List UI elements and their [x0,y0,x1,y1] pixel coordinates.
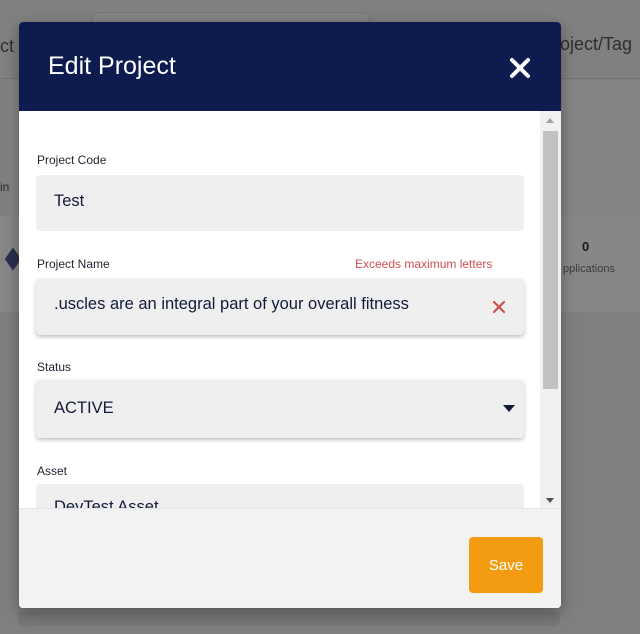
project-code-value: Test [54,192,85,210]
modal-footer: Save [19,508,561,608]
close-icon [510,58,530,78]
edit-project-modal: Edit Project Project Code Test Project N… [19,22,561,608]
close-icon [492,300,506,314]
save-button[interactable]: Save [469,537,543,593]
background-panel-edge [18,612,560,626]
scroll-up-arrow-icon[interactable] [546,118,554,123]
modal-scrollbar[interactable] [540,111,561,508]
project-code-label: Project Code [37,153,107,167]
status-label: Status [37,360,72,374]
caret-down-icon [503,405,515,412]
project-code-input[interactable]: Test [36,175,524,231]
background-title-fragment: ct [0,36,15,56]
status-select[interactable]: ACTIVE [36,380,524,438]
background-tab-fragment: oject/Tag [560,34,633,54]
status-value: ACTIVE [54,399,114,417]
background-stat-value: 0 [582,239,590,254]
modal-title: Edit Project [48,52,176,80]
asset-value: DevTest Asset [54,498,159,508]
asset-label: Asset [37,464,68,478]
project-name-text-area: uscles are an integral part of your over… [54,295,486,319]
project-name-input[interactable]: uscles are an integral part of your over… [36,279,524,335]
close-button[interactable] [507,55,533,81]
project-name-label: Project Name [37,257,110,271]
scrollbar-thumb[interactable] [543,131,558,389]
modal-body[interactable]: Project Code Test Project Name Exceeds m… [19,111,561,508]
project-name-value: uscles are an integral part of your over… [54,295,409,313]
clear-input-button[interactable] [491,299,507,315]
project-name-error: Exceeds maximum letters [355,257,493,271]
asset-select[interactable]: DevTest Asset [36,484,524,508]
modal-header: Edit Project [19,22,561,111]
background-stat-label: pplications [563,263,615,275]
scroll-down-arrow-icon[interactable] [546,498,554,503]
background-side-fragment: in [0,180,10,194]
